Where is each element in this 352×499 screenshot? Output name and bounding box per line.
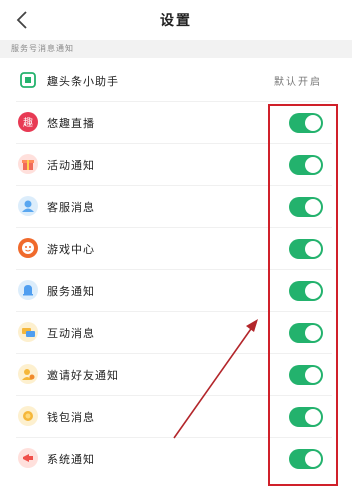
setting-label: 邀请好友通知	[47, 369, 119, 382]
notification-toggle[interactable]	[289, 155, 323, 175]
setting-row-system: 系统通知	[0, 438, 352, 480]
bell-icon	[18, 280, 38, 300]
setting-label: 系统通知	[47, 453, 95, 466]
megaphone-icon	[18, 448, 38, 468]
svg-text:趣: 趣	[23, 116, 33, 129]
assistant-row: 趣头条小助手 默认开启	[0, 60, 352, 102]
assistant-icon	[18, 70, 38, 90]
notification-toggle[interactable]	[289, 197, 323, 217]
section-header: 服务号消息通知	[0, 40, 352, 58]
notification-toggle[interactable]	[289, 323, 323, 343]
setting-label: 游戏中心	[47, 243, 95, 256]
wallet-icon	[18, 406, 38, 426]
customer-service-icon	[18, 196, 38, 216]
game-icon	[18, 238, 38, 258]
top-bar: 设置	[0, 0, 352, 40]
setting-row-wallet: 钱包消息	[0, 396, 352, 438]
setting-label: 服务通知	[47, 285, 95, 298]
assistant-status: 默认开启	[274, 77, 322, 88]
setting-row-interaction: 互动消息	[0, 312, 352, 354]
section-title: 服务号消息通知	[11, 44, 74, 53]
invite-icon	[18, 364, 38, 384]
setting-label: 钱包消息	[47, 411, 95, 424]
setting-row-activity: 活动通知	[0, 144, 352, 186]
setting-row-live: 趣 悠趣直播	[0, 102, 352, 144]
setting-label: 互动消息	[47, 327, 95, 340]
setting-row-service: 服务通知	[0, 270, 352, 312]
setting-row-invite: 邀请好友通知	[0, 354, 352, 396]
page-title: 设置	[160, 13, 192, 29]
notification-toggle[interactable]	[289, 239, 323, 259]
notification-toggle[interactable]	[289, 407, 323, 427]
notification-toggle[interactable]	[289, 449, 323, 469]
notification-toggle[interactable]	[289, 365, 323, 385]
setting-label: 活动通知	[47, 159, 95, 172]
notification-toggle[interactable]	[289, 281, 323, 301]
gift-icon	[18, 154, 38, 174]
setting-label: 悠趣直播	[47, 117, 95, 130]
setting-label: 客服消息	[47, 201, 95, 214]
setting-row-customer-service: 客服消息	[0, 186, 352, 228]
assistant-label: 趣头条小助手	[47, 75, 119, 88]
interaction-icon	[18, 322, 38, 342]
live-icon: 趣	[18, 112, 38, 132]
setting-row-game: 游戏中心	[0, 228, 352, 270]
notification-toggle[interactable]	[289, 113, 323, 133]
